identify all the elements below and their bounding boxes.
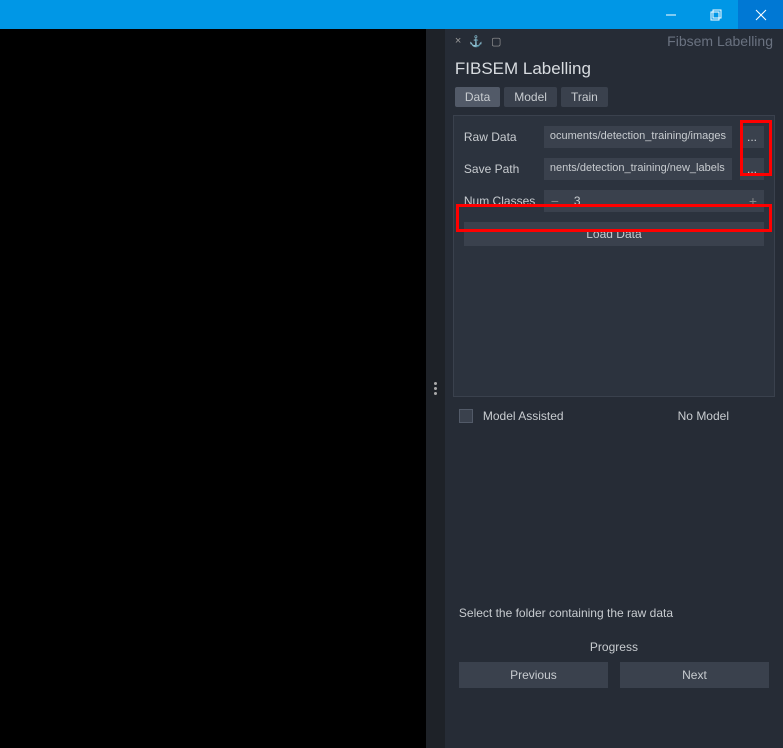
tab-data[interactable]: Data bbox=[455, 87, 500, 107]
minimize-icon bbox=[665, 9, 677, 21]
progress-label: Progress bbox=[459, 640, 769, 654]
close-panel-icon[interactable]: × bbox=[455, 35, 461, 47]
save-path-browse-button[interactable]: ... bbox=[740, 158, 764, 180]
hint-text: Select the folder containing the raw dat… bbox=[459, 606, 769, 620]
maximize-button[interactable] bbox=[693, 0, 738, 29]
num-classes-stepper: − 3 + bbox=[544, 190, 764, 212]
save-path-label: Save Path bbox=[464, 162, 536, 176]
panel-header-title: Fibsem Labelling bbox=[667, 33, 773, 49]
decrement-button[interactable]: − bbox=[544, 190, 566, 212]
anchor-icon[interactable]: ⚓ bbox=[469, 35, 483, 48]
close-icon bbox=[755, 9, 767, 21]
increment-button[interactable]: + bbox=[742, 190, 764, 212]
splitter-handle[interactable] bbox=[426, 29, 445, 748]
num-classes-value[interactable]: 3 bbox=[566, 194, 742, 208]
tab-model[interactable]: Model bbox=[504, 87, 557, 107]
save-path-input[interactable]: nents/detection_training/new_labels bbox=[544, 158, 732, 180]
load-data-button[interactable]: Load Data bbox=[464, 222, 764, 246]
footer: Select the folder containing the raw dat… bbox=[445, 606, 783, 688]
model-assisted-label: Model Assisted bbox=[483, 409, 564, 423]
tab-train[interactable]: Train bbox=[561, 87, 608, 107]
minimize-button[interactable] bbox=[648, 0, 693, 29]
raw-data-input[interactable]: ocuments/detection_training/images bbox=[544, 126, 732, 148]
side-panel: × ⚓ ▢ Fibsem Labelling FIBSEM Labelling … bbox=[445, 29, 783, 748]
next-button[interactable]: Next bbox=[620, 662, 769, 688]
titlebar bbox=[0, 0, 783, 29]
tabs: Data Model Train bbox=[445, 87, 783, 115]
detach-icon[interactable]: ▢ bbox=[491, 35, 501, 48]
previous-button[interactable]: Previous bbox=[459, 662, 608, 688]
model-status: No Model bbox=[678, 409, 729, 423]
close-button[interactable] bbox=[738, 0, 783, 29]
panel-title: FIBSEM Labelling bbox=[445, 49, 783, 87]
model-assisted-row: Model Assisted No Model bbox=[445, 397, 783, 435]
model-assisted-checkbox[interactable] bbox=[459, 409, 473, 423]
data-form: Raw Data ocuments/detection_training/ima… bbox=[453, 115, 775, 397]
maximize-icon bbox=[710, 9, 722, 21]
image-viewport[interactable] bbox=[0, 29, 426, 748]
num-classes-label: Num Classes bbox=[464, 194, 536, 208]
raw-data-label: Raw Data bbox=[464, 130, 536, 144]
raw-data-browse-button[interactable]: ... bbox=[740, 126, 764, 148]
